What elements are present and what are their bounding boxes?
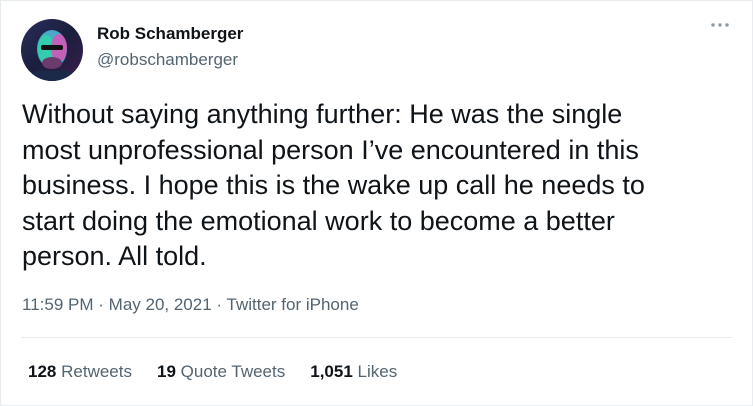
likes-label: Likes	[357, 362, 398, 381]
tweet-stats: 128 Retweets 19 Quote Tweets 1,051 Likes	[28, 362, 397, 382]
quote-tweets-label: Quote Tweets	[180, 362, 286, 381]
meta-separator: ·	[98, 295, 104, 314]
likes-stat[interactable]: 1,051 Likes	[310, 362, 397, 382]
tweet-source[interactable]: Twitter for iPhone	[227, 295, 359, 314]
tweet-time[interactable]: 11:59 PM	[22, 295, 94, 314]
avatar-image	[21, 19, 83, 81]
likes-count: 1,051	[310, 362, 353, 381]
tweet-text: Without saying anything further: He was …	[22, 99, 645, 271]
avatar[interactable]	[21, 19, 83, 81]
tweet-date[interactable]: May 20, 2021	[109, 295, 212, 314]
author-handle[interactable]: @robschamberger	[97, 50, 238, 70]
retweets-label: Retweets	[61, 362, 132, 381]
divider	[21, 337, 732, 338]
more-options-icon[interactable]	[706, 15, 734, 35]
quote-tweets-stat[interactable]: 19 Quote Tweets	[157, 362, 285, 382]
author-name[interactable]: Rob Schamberger	[97, 24, 243, 44]
tweet-card: Rob Schamberger @robschamberger Without …	[0, 0, 753, 406]
retweets-stat[interactable]: 128 Retweets	[28, 362, 132, 382]
tweet-metadata: 11:59 PM · May 20, 2021 · Twitter for iP…	[22, 295, 359, 315]
retweets-count: 128	[28, 362, 57, 381]
quote-tweets-count: 19	[156, 362, 176, 381]
meta-separator: ·	[216, 295, 223, 314]
